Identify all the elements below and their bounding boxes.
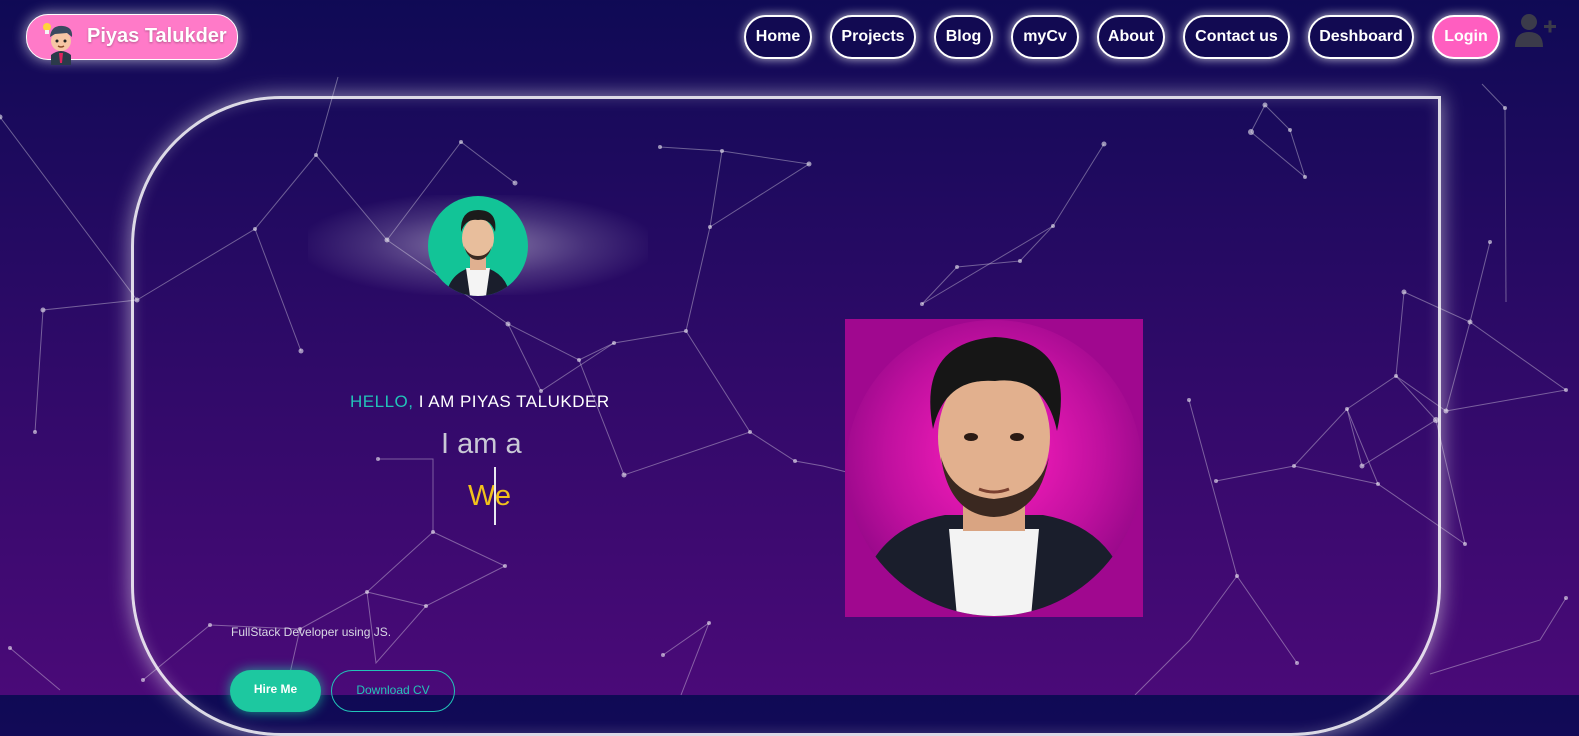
i-am-a-text: I am a (441, 428, 522, 460)
add-user-icon[interactable] (1514, 12, 1558, 53)
brand-link[interactable]: Piyas Talukder (26, 14, 238, 65)
nav-blog[interactable]: Blog (934, 15, 993, 59)
nav-contact-us[interactable]: Contact us (1183, 15, 1290, 59)
nav-about[interactable]: About (1097, 15, 1165, 59)
nav-deshboard[interactable]: Deshboard (1308, 15, 1414, 59)
login-button[interactable]: Login (1432, 15, 1500, 59)
profile-avatar-small (428, 196, 528, 296)
nav-mycv[interactable]: myCv (1011, 15, 1079, 59)
nav-projects[interactable]: Projects (830, 15, 916, 59)
hire-me-button[interactable]: Hire Me (230, 670, 321, 712)
top-navbar: Piyas Talukder Home Projects Blog myCv A… (0, 0, 1579, 78)
developer-avatar-icon (37, 17, 85, 70)
nav-home[interactable]: Home (744, 15, 812, 59)
download-cv-button[interactable]: Download CV (331, 670, 455, 712)
hello-word: HELLO, (350, 392, 414, 411)
brand-name: Piyas Talukder (87, 25, 227, 47)
hero-subtitle: FullStack Developer using JS. (231, 625, 392, 639)
hero-name: I AM PIYAS TALUKDER (418, 392, 610, 411)
typed-role-text: We (468, 480, 511, 512)
profile-photo-large (845, 319, 1143, 617)
typing-cursor (494, 467, 496, 525)
hello-heading: HELLO, I AM PIYAS TALUKDER (350, 392, 610, 412)
hero-card (131, 96, 1441, 736)
